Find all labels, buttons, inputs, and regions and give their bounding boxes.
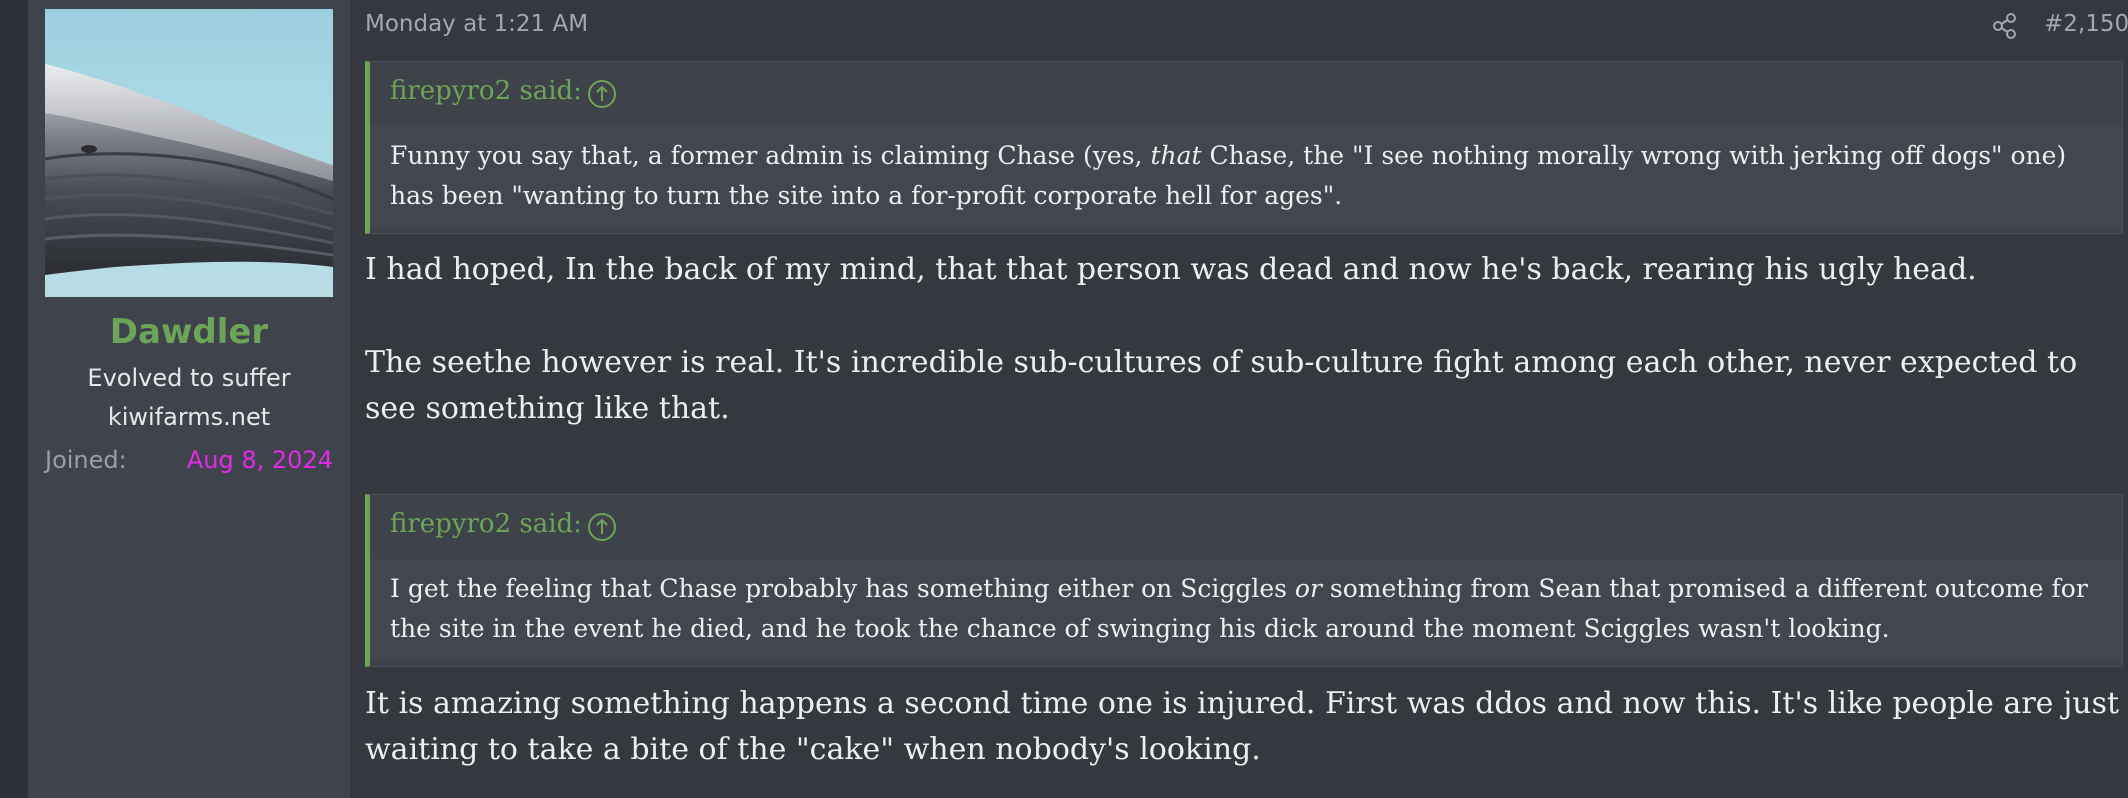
quote-text: I get the feeling that Chase probably ha…: [390, 574, 1295, 603]
left-gutter: [0, 0, 28, 798]
joined-label: Joined:: [45, 446, 127, 474]
quote-author-link[interactable]: firepyro2 said:: [390, 76, 582, 106]
message-paragraph: I had hoped, In the back of my mind, tha…: [365, 252, 1977, 287]
quote-author-link[interactable]: firepyro2 said:: [390, 509, 582, 539]
quote-block: firepyro2 said: I get the feeling that C…: [365, 494, 2123, 667]
post-date[interactable]: Monday at 1:21 AM: [365, 11, 588, 37]
quote-content: I get the feeling that Chase probably ha…: [370, 559, 2122, 661]
user-title: Evolved to suffer: [87, 364, 291, 392]
avatar-whale-image: [45, 64, 333, 275]
quote-text: Funny you say that, a former admin is cl…: [390, 141, 1151, 170]
avatar[interactable]: [45, 9, 333, 297]
message-paragraph: It is amazing something happens a second…: [365, 686, 2120, 767]
quote-content: Funny you say that, a former admin is cl…: [370, 126, 2122, 228]
message-paragraph: The seethe however is real. It's incredi…: [365, 345, 2078, 426]
quote-header: firepyro2 said:: [370, 495, 2122, 559]
quote-block: firepyro2 said: Funny you say that, a fo…: [365, 61, 2123, 234]
arrow-up-circle-icon[interactable]: [587, 512, 617, 542]
joined-date: Aug 8, 2024: [186, 446, 333, 474]
user-site-banner: kiwifarms.net: [107, 403, 271, 431]
arrow-up-circle-icon[interactable]: [587, 79, 617, 109]
post-number-link[interactable]: #2,150: [2044, 11, 2128, 37]
quote-text-emphasis: that: [1150, 141, 1202, 170]
quote-text-emphasis: or: [1294, 574, 1322, 603]
quote-header: firepyro2 said:: [370, 62, 2122, 126]
username[interactable]: Dawdler: [28, 312, 350, 352]
share-icon[interactable]: [1991, 12, 2019, 40]
